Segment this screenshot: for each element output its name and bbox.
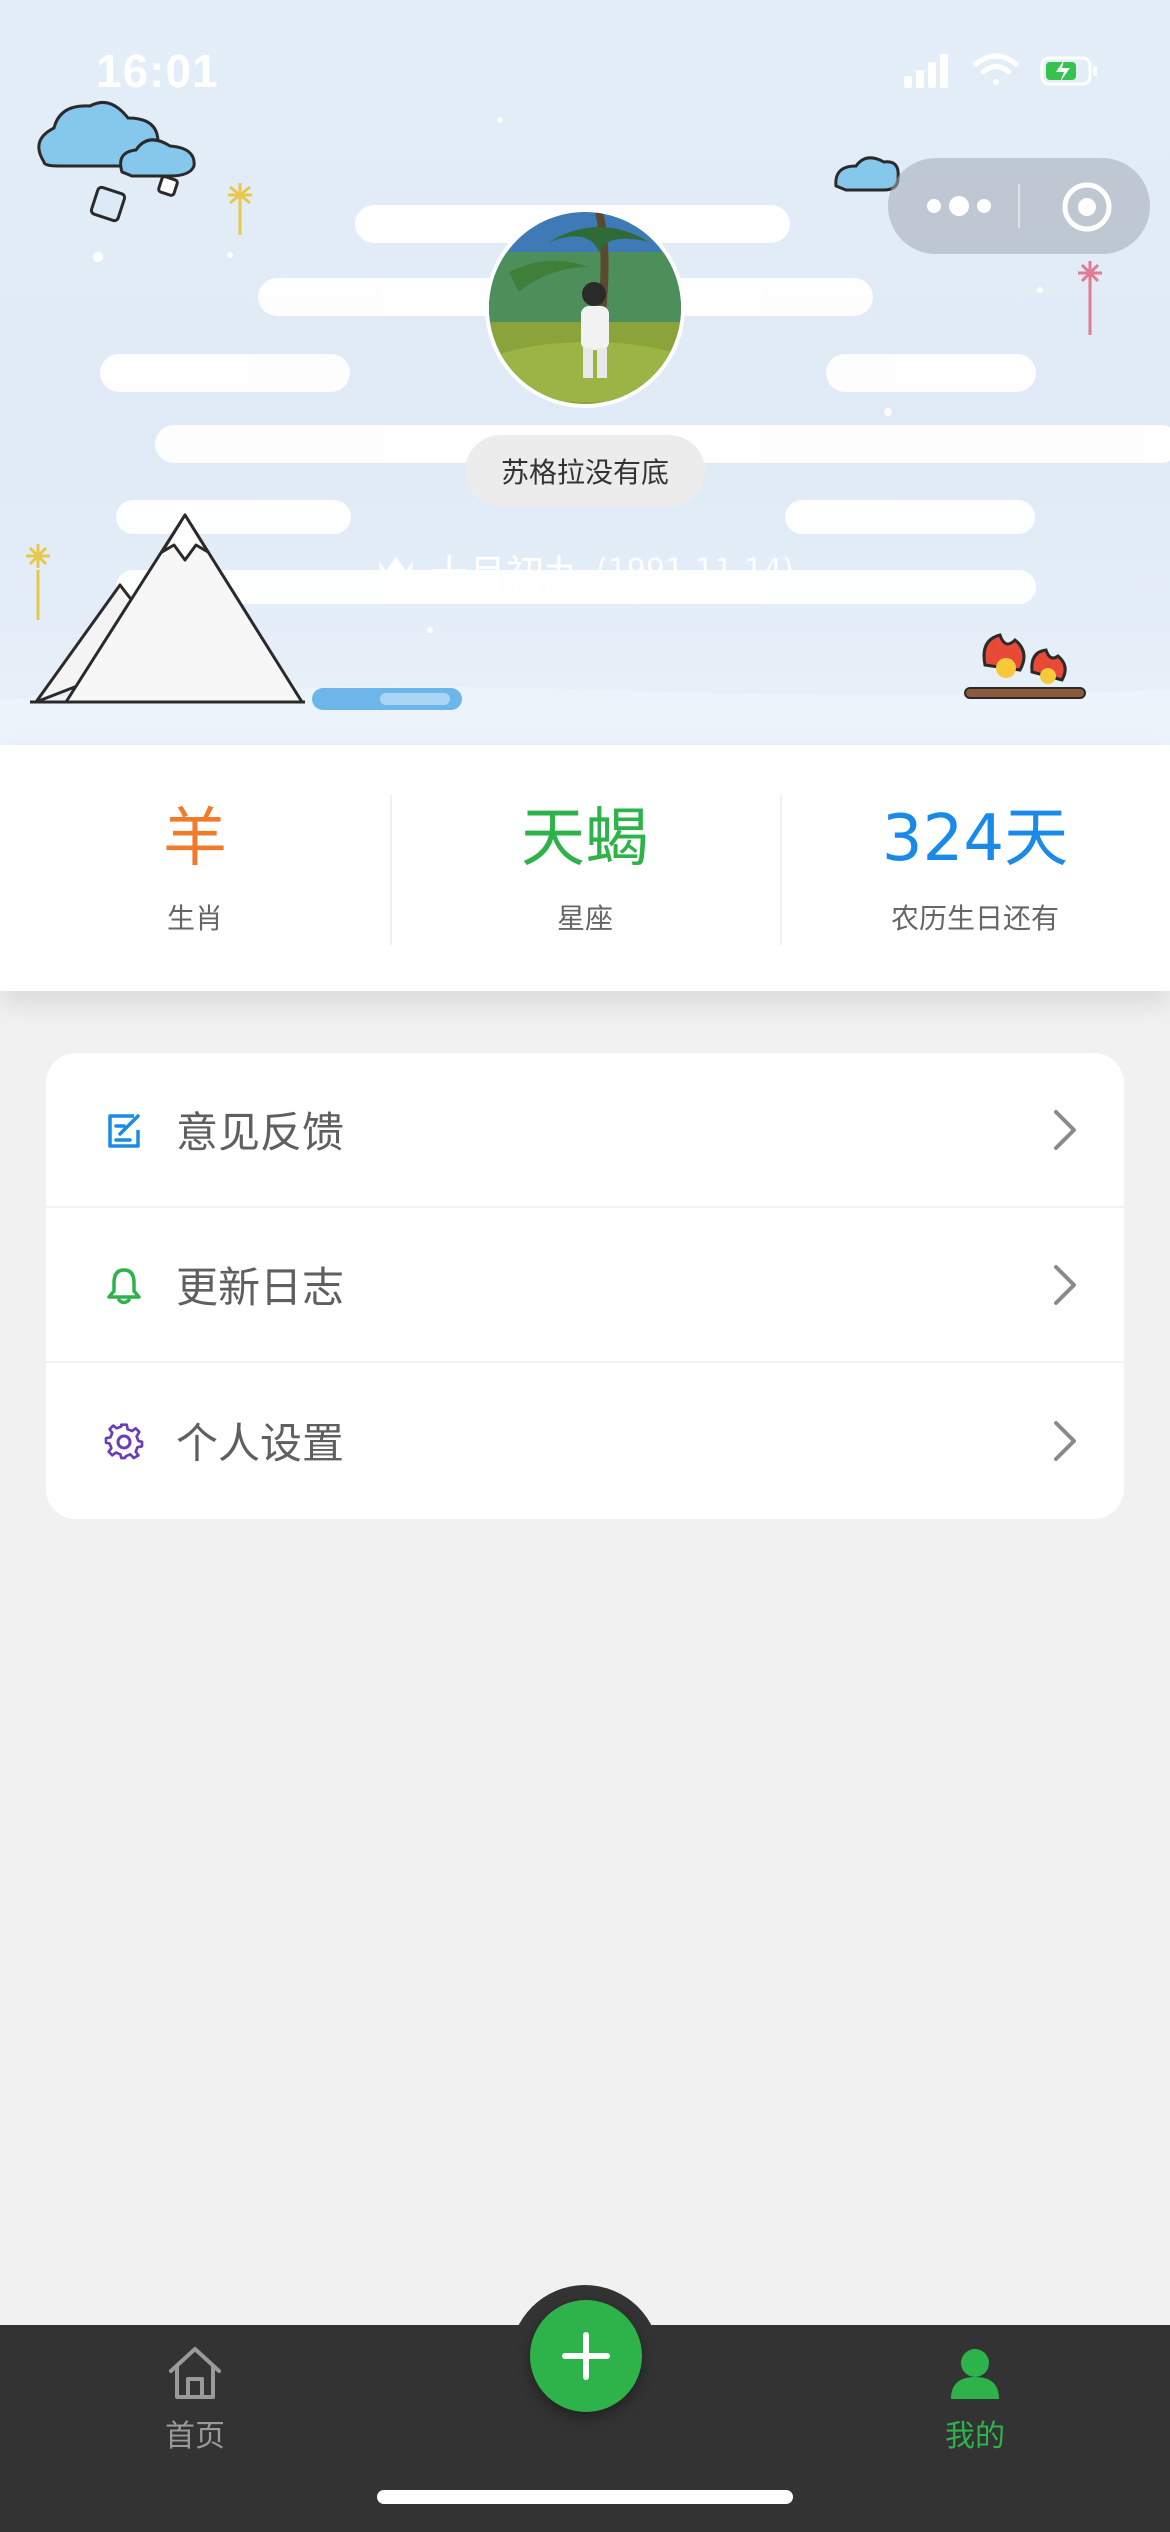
add-button[interactable] (530, 2300, 642, 2412)
lunar-birthday: 十月初九 (430, 551, 583, 596)
stat-zodiac: 羊 生肖 (0, 745, 390, 991)
tab-home-label: 首页 (165, 2419, 225, 2454)
days-until-birthday-value: 324天 (881, 802, 1069, 876)
zodiac-value: 羊 (163, 802, 227, 876)
nickname-badge[interactable]: 苏格拉没有底 (465, 435, 705, 507)
constellation-label: 星座 (556, 902, 613, 935)
signal-icon (904, 54, 948, 88)
chevron-right-icon (1054, 1420, 1076, 1461)
chevron-right-icon (1054, 1264, 1076, 1305)
tab-mine[interactable]: 我的 (875, 2345, 1075, 2485)
battery-icon (1040, 56, 1097, 86)
close-mini-program-icon[interactable] (1060, 180, 1114, 234)
stat-constellation: 天蝎 星座 (390, 745, 780, 991)
menu-item-label: 个人设置 (176, 1419, 345, 1468)
days-until-birthday-label: 农历生日还有 (890, 902, 1059, 935)
settings-menu: 意见反馈 更新日志 个人设置 (46, 1053, 1124, 1519)
home-icon (169, 2347, 221, 2399)
birthday-line: 十月初九 (1991-11-14) (0, 540, 1170, 600)
more-icon[interactable] (924, 188, 994, 224)
constellation-value: 天蝎 (521, 802, 649, 876)
chevron-right-icon (1054, 1109, 1076, 1150)
menu-item-personal-settings[interactable]: 个人设置 (46, 1363, 1124, 1518)
stats-card: 羊 生肖 天蝎 星座 324天 农历生日还有 (0, 745, 1170, 991)
menu-item-changelog[interactable]: 更新日志 (46, 1208, 1124, 1363)
home-indicator (377, 2490, 793, 2504)
zodiac-label: 生肖 (166, 902, 223, 935)
edit-icon (108, 1113, 140, 1148)
avatar-photo (489, 212, 681, 404)
crown-icon (379, 557, 414, 585)
tab-home[interactable]: 首页 (95, 2345, 295, 2485)
stat-days-until-birthday: 324天 农历生日还有 (780, 745, 1170, 991)
tab-mine-label: 我的 (945, 2419, 1005, 2454)
wifi-icon (973, 53, 1019, 85)
menu-item-label: 更新日志 (176, 1263, 345, 1312)
gear-icon (104, 1422, 144, 1459)
campfire-decoration (964, 633, 1086, 699)
user-icon (951, 2349, 999, 2399)
capsule-divider (1018, 184, 1020, 228)
status-icons (904, 53, 1097, 88)
menu-item-label: 意见反馈 (176, 1108, 345, 1157)
profile-header: 16:01 苏格拉没有底 十月初九 (1991-11-14) (0, 0, 1170, 745)
menu-item-feedback[interactable]: 意见反馈 (46, 1053, 1124, 1208)
mini-program-capsule (888, 158, 1150, 254)
avatar[interactable] (485, 208, 685, 408)
bell-icon (107, 1267, 141, 1304)
plus-icon (562, 2332, 610, 2380)
status-time: 16:01 (96, 45, 219, 97)
solar-birthday: (1991-11-14) (596, 552, 794, 588)
cloud-decoration (37, 101, 196, 223)
